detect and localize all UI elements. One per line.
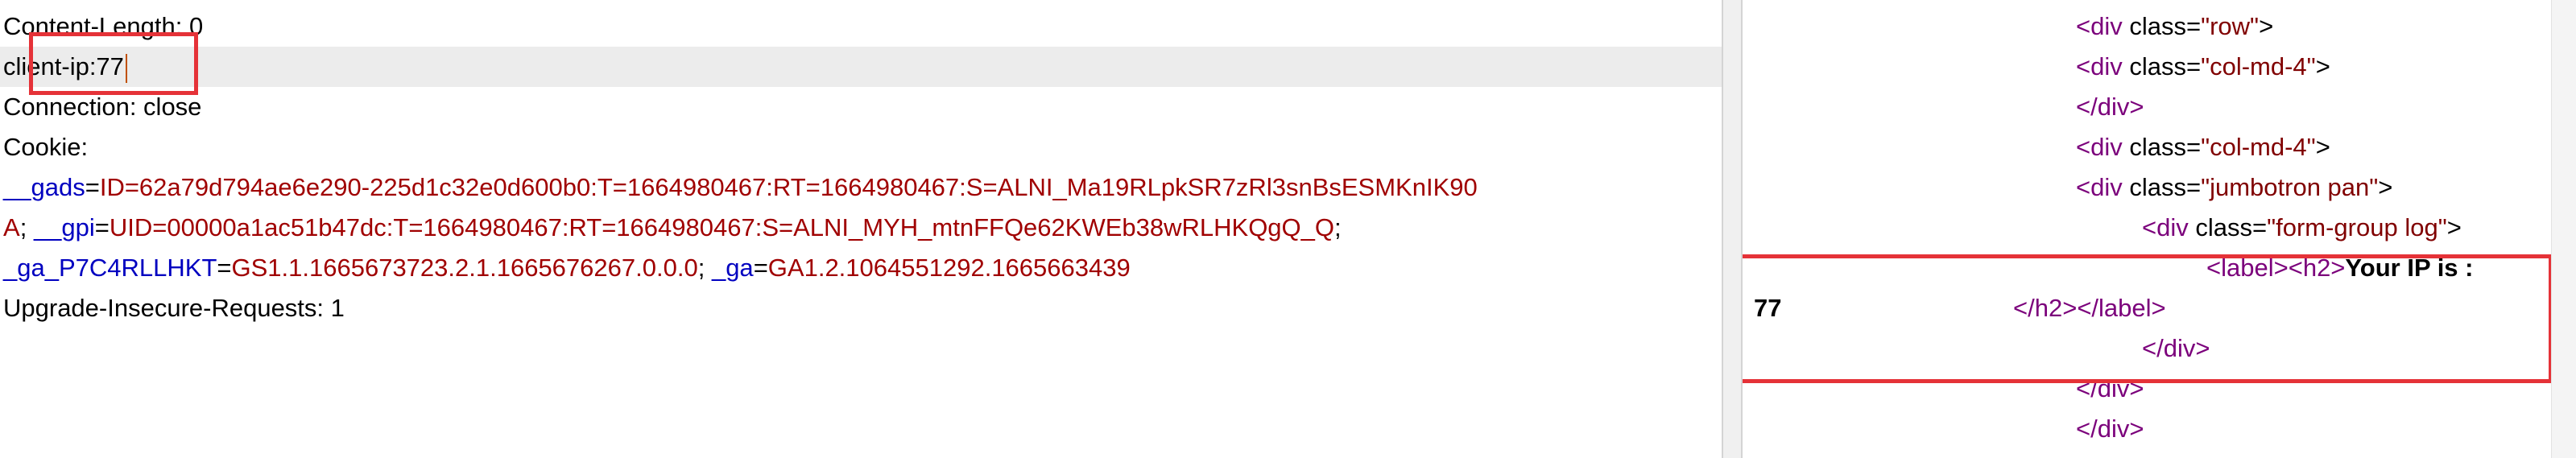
cookie-value: A [3,213,20,241]
cookie-line-1: __gads=ID=62a79d794ae6e290-225d1c32e0d60… [3,173,1478,201]
response-pane[interactable]: <div class="row"> <div class="col-md-4">… [1743,0,2576,458]
cookie-value: GA1.2.1064551292.1665663439 [767,254,1131,282]
ip-value: 77 [1754,294,1782,322]
vertical-scrollbar[interactable] [2551,0,2576,458]
ip-label-text: Your IP is : [2345,254,2474,282]
content-length-header: Content-Length: 0 [3,12,204,40]
request-pane[interactable]: . Content-Length: 0 client-ip:77 Connect… [0,0,1722,458]
code-line-div-col-1: <div class="col-md-4"> [2076,52,2330,80]
connection-header: Connection: close [3,93,202,121]
client-ip-text[interactable]: client-ip:77 [3,52,124,80]
cookie-name: _ga_P7C4RLLHKT [3,254,217,282]
code-line-div-jumbotron: <div class="jumbotron pan"> [2076,173,2393,201]
code-line-close-h2-label: </h2></label> [2013,294,2166,322]
cookie-value: UID=00000a1ac51b47dc:T=1664980467:RT=166… [109,213,1335,241]
code-line-label-h2: <label><h2>Your IP is : [2206,254,2474,282]
upgrade-insecure-requests-header: Upgrade-Insecure-Requests: 1 [3,294,345,322]
cookie-line-3: _ga_P7C4RLLHKT=GS1.1.1665673723.2.1.1665… [3,254,1131,282]
code-line-close-div-3: </div> [2076,374,2144,402]
cookie-line-2: A; __gpi=UID=00000a1ac51b47dc:T=16649804… [3,213,1342,241]
cookie-value: ID=62a79d794ae6e290-225d1c32e0d600b0:T=1… [99,173,1478,201]
cookie-value: GS1.1.1665673723.2.1.1665676267.0.0.0 [231,254,698,282]
cookie-name: __gpi [33,213,95,241]
code-line-close-div-2: </div> [2142,334,2210,362]
text-cursor [125,53,127,83]
client-ip-header[interactable]: client-ip:77 [0,47,1722,87]
code-line-ip-value: 77 [1754,288,1781,328]
code-line-div-row: <div class="row"> [2076,12,2274,40]
cookie-name: __gads [3,173,85,201]
code-line-close-div-1: </div> [2076,93,2144,121]
pane-splitter[interactable] [1722,0,1743,458]
cookie-name: _ga [711,254,754,282]
cookie-header-label: Cookie: [3,133,89,161]
code-line-div-col-2: <div class="col-md-4"> [2076,133,2330,161]
code-line-div-form-group: <div class="form-group log"> [2142,213,2462,241]
code-line-close-div-4: </div> [2076,415,2144,443]
